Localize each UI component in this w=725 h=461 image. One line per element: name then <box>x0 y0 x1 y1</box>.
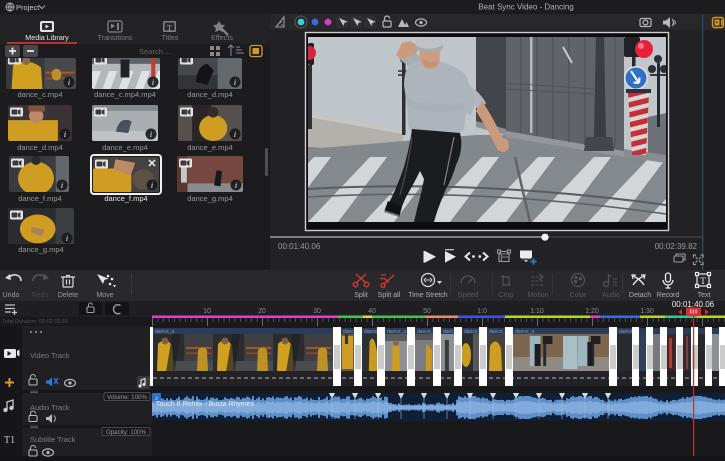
svg-text:i: i <box>64 130 66 139</box>
svg-text:Opacity: 100%: Opacity: 100% <box>106 429 147 436</box>
svg-text:dance_d.mp4: dance_d.mp4 <box>187 90 232 99</box>
svg-text:Project: Project <box>16 3 40 12</box>
svg-text:Search....: Search.... <box>139 47 171 56</box>
svg-text:Subtitle Track: Subtitle Track <box>30 435 76 444</box>
svg-text:i: i <box>151 181 153 190</box>
svg-text:dance_a: dance_a <box>515 329 534 335</box>
svg-text:Volume: 100%: Volume: 100% <box>107 394 147 401</box>
svg-text:1:30: 1:30 <box>640 308 654 315</box>
svg-text:T: T <box>700 276 706 286</box>
svg-text:Split: Split <box>354 292 368 299</box>
svg-text:i: i <box>235 181 237 190</box>
svg-text:Media Library: Media Library <box>25 33 69 42</box>
svg-text:dance_a: dance_a <box>155 329 174 335</box>
svg-text:Crop: Crop <box>498 292 513 299</box>
svg-text:Audio: Audio <box>602 292 620 299</box>
svg-text:Undo: Undo <box>3 292 20 299</box>
svg-text:Effects: Effects <box>211 33 233 42</box>
svg-text:00:02:39.82: 00:02:39.82 <box>655 242 698 251</box>
svg-text:dance_f.mp4: dance_f.mp4 <box>104 194 147 203</box>
svg-text:Motion: Motion <box>527 292 548 299</box>
svg-text:dance_c.mp4.mp4: dance_c.mp4.mp4 <box>94 90 156 99</box>
svg-text:30: 30 <box>313 308 321 315</box>
svg-text:dance_c.mp4: dance_c.mp4 <box>17 90 62 99</box>
svg-text:20: 20 <box>258 308 266 315</box>
svg-text:dance_a: dance_a <box>387 329 406 335</box>
svg-text:Titles: Titles <box>162 33 179 42</box>
svg-text:1:20: 1:20 <box>585 308 599 315</box>
svg-text:T: T <box>167 23 173 33</box>
svg-text:Video Track: Video Track <box>30 351 70 360</box>
svg-text:Split all: Split all <box>378 292 401 299</box>
svg-text:i: i <box>68 78 70 87</box>
svg-text:Record: Record <box>657 292 680 299</box>
svg-text:dance_g.mp4: dance_g.mp4 <box>187 194 232 203</box>
svg-text:1:0: 1:0 <box>477 308 487 315</box>
svg-text:40: 40 <box>368 308 376 315</box>
svg-text:Delete: Delete <box>58 292 78 299</box>
svg-text:50: 50 <box>423 308 431 315</box>
svg-text:T1: T1 <box>4 435 15 446</box>
svg-text:Move: Move <box>96 292 113 299</box>
svg-text:Text: Text <box>698 292 711 299</box>
svg-text:i: i <box>234 130 236 139</box>
svg-text:dance_e.mp4: dance_e.mp4 <box>187 143 232 152</box>
svg-text:i: i <box>66 234 68 243</box>
svg-text:dance_d.mp4: dance_d.mp4 <box>17 143 62 152</box>
svg-text:Time Stretch: Time Stretch <box>408 292 448 299</box>
svg-text:1:10: 1:10 <box>530 308 544 315</box>
svg-text:Beat Sync Video - Dancing: Beat Sync Video - Dancing <box>478 3 573 12</box>
svg-text:Audio Track: Audio Track <box>30 403 70 412</box>
svg-text:Redo: Redo <box>32 292 49 299</box>
svg-text:i: i <box>234 78 236 87</box>
svg-text:Transitions: Transitions <box>98 33 133 42</box>
svg-text:i: i <box>150 130 152 139</box>
svg-text:dance_f.mp4: dance_f.mp4 <box>18 194 61 203</box>
svg-text:Speed: Speed <box>458 292 478 299</box>
svg-text:dance_e.mp4: dance_e.mp4 <box>102 143 147 152</box>
svg-text:i: i <box>152 78 154 87</box>
svg-text:Total Duration: 00:02:39.82: Total Duration: 00:02:39.82 <box>2 319 68 325</box>
svg-text:Color: Color <box>570 292 587 299</box>
svg-text:00:01:40.06: 00:01:40.06 <box>278 242 321 251</box>
svg-text:Detach: Detach <box>629 292 651 299</box>
svg-text:dance_g.mp4: dance_g.mp4 <box>18 245 63 254</box>
svg-text:10: 10 <box>203 308 211 315</box>
svg-text:Touch It Remix - Busta Rhymes: Touch It Remix - Busta Rhymes <box>156 401 255 408</box>
svg-text:i: i <box>61 181 63 190</box>
